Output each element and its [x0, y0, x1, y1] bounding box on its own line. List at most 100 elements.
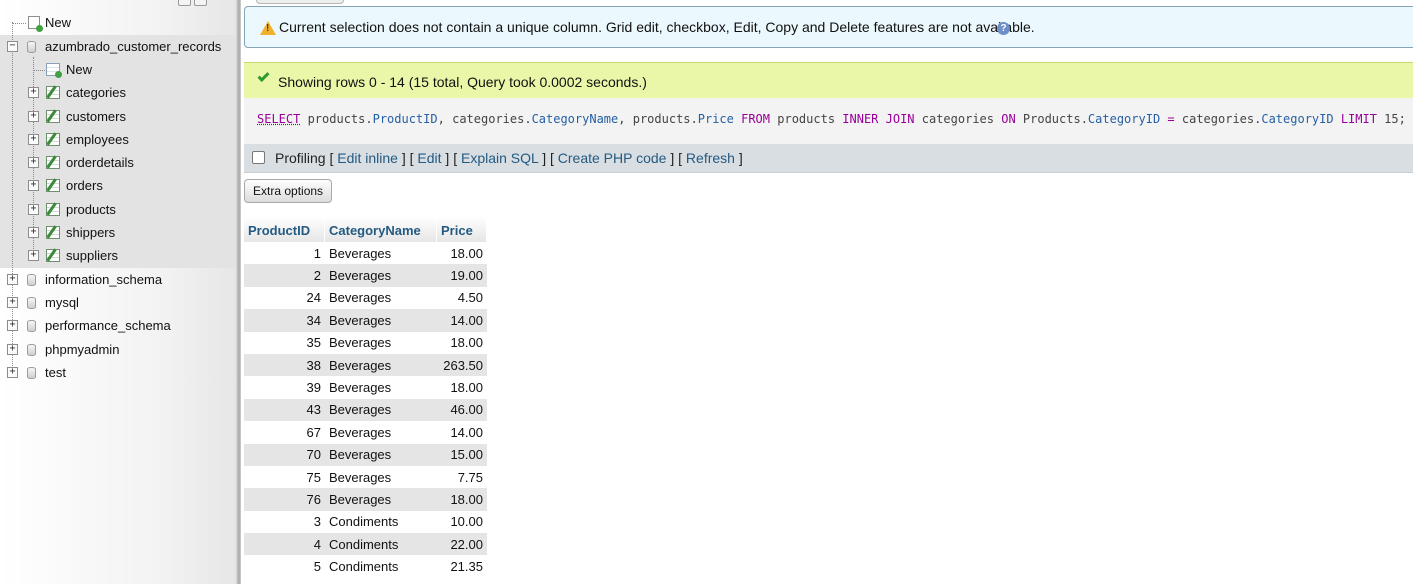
nav-table-suppliers[interactable]: + suppliers: [0, 246, 235, 266]
expand-icon[interactable]: +: [28, 134, 39, 145]
collapse-icon[interactable]: −: [7, 41, 18, 52]
nav-database-mysql[interactable]: + mysql: [0, 293, 235, 313]
nav-table-shippers[interactable]: + shippers: [0, 223, 235, 243]
cell-categoryname: Beverages: [325, 398, 437, 422]
query-links-bar: Profiling [ Edit inline ] [ Edit ] [ Exp…: [244, 144, 1413, 173]
cell-productid: 3: [244, 510, 325, 534]
nav-database-label: azumbrado_customer_records: [45, 39, 222, 54]
sql-token: categories: [914, 112, 1002, 126]
table-row[interactable]: 1 Beverages 18.00: [244, 242, 487, 265]
table-row[interactable]: 24 Beverages 4.50: [244, 286, 487, 310]
nav-table-customers[interactable]: + customers: [0, 107, 235, 127]
refresh-link[interactable]: Refresh: [686, 150, 735, 166]
cell-categoryname: Beverages: [325, 309, 437, 332]
nav-table-employees[interactable]: + employees: [0, 130, 235, 150]
nav-database-phpmyadmin[interactable]: + phpmyadmin: [0, 340, 235, 360]
expand-icon[interactable]: +: [28, 204, 39, 215]
table-row[interactable]: 70 Beverages 15.00: [244, 443, 487, 466]
expand-icon[interactable]: +: [7, 367, 18, 378]
nav-table-orderdetails[interactable]: + orderdetails: [0, 153, 235, 173]
cell-price: 18.00: [437, 376, 487, 399]
cell-categoryname: Beverages: [325, 488, 437, 511]
cell-productid: 67: [244, 421, 325, 444]
expand-icon[interactable]: +: [28, 87, 39, 98]
sql-token: ProductID: [372, 112, 438, 126]
table-row[interactable]: 38 Beverages 263.50: [244, 353, 487, 377]
nav-table-categories[interactable]: + categories: [0, 83, 235, 103]
expand-icon[interactable]: +: [7, 320, 18, 331]
table-row[interactable]: 3 Condiments 10.00: [244, 510, 487, 534]
nav-item-new-table[interactable]: New: [0, 60, 235, 80]
sql-token: categories.: [1174, 112, 1262, 126]
database-icon: [27, 274, 36, 286]
column-header-price[interactable]: Price: [437, 218, 487, 242]
nav-database-information-schema[interactable]: + information_schema: [0, 270, 235, 290]
cell-price: 14.00: [437, 421, 487, 444]
extra-options-button[interactable]: Extra options: [244, 179, 333, 203]
expand-icon[interactable]: +: [28, 250, 39, 261]
table-row[interactable]: 35 Beverages 18.00: [244, 331, 487, 354]
cell-productid: 5: [244, 555, 325, 578]
sql-token: Price: [697, 112, 734, 126]
nav-table-orders[interactable]: + orders: [0, 176, 235, 196]
sql-token: CategoryID: [1261, 112, 1334, 126]
expand-icon[interactable]: +: [7, 344, 18, 355]
table-row[interactable]: 39 Beverages 18.00: [244, 376, 487, 399]
expand-icon[interactable]: +: [7, 297, 18, 308]
table-row[interactable]: 5 Condiments 21.35: [244, 555, 487, 578]
notice-message: Current selection does not contain a uni…: [244, 6, 1413, 48]
nav-table-label: products: [66, 202, 116, 217]
explain-sql-link[interactable]: Explain SQL: [461, 150, 538, 166]
help-icon[interactable]: ?: [997, 22, 1010, 35]
navigation-resizer[interactable]: [236, 0, 241, 584]
create-php-code-link[interactable]: Create PHP code: [558, 150, 667, 166]
table-icon: [46, 156, 60, 169]
cell-price: 22.00: [437, 533, 487, 556]
sql-token: products.: [300, 112, 373, 126]
table-row[interactable]: 75 Beverages 7.75: [244, 465, 487, 489]
edit-link[interactable]: Edit: [417, 150, 441, 166]
nav-table-products[interactable]: + products: [0, 200, 235, 220]
column-header-categoryname[interactable]: CategoryName: [325, 218, 437, 242]
profiling-checkbox[interactable]: [252, 151, 265, 164]
table-icon: [46, 249, 60, 262]
edit-inline-link[interactable]: Edit inline: [337, 150, 398, 166]
collapse-all-icon[interactable]: [178, 0, 191, 6]
expand-icon[interactable]: +: [7, 274, 18, 285]
nav-database-azumbrado[interactable]: − azumbrado_customer_records: [0, 37, 235, 57]
expand-icon[interactable]: +: [28, 157, 39, 168]
table-row[interactable]: 2 Beverages 19.00: [244, 264, 487, 287]
nav-table-label: shippers: [66, 225, 116, 240]
expand-icon[interactable]: +: [28, 227, 39, 238]
sql-query-box[interactable]: SELECT products.ProductID, categories.Ca…: [244, 98, 1413, 144]
table-row[interactable]: 34 Beverages 14.00: [244, 309, 487, 332]
table-row[interactable]: 43 Beverages 46.00: [244, 398, 487, 422]
cell-price: 18.00: [437, 331, 487, 354]
success-message: Showing rows 0 - 14 (15 total, Query too…: [244, 62, 1413, 98]
sql-token: INNER JOIN: [842, 112, 915, 126]
column-header-productid[interactable]: ProductID: [244, 218, 325, 242]
results-table: ProductID CategoryName Price 1 Beverages 1…: [244, 218, 487, 578]
cell-price: 14.00: [437, 309, 487, 332]
expand-icon[interactable]: +: [28, 180, 39, 191]
profiling-label: Profiling: [275, 150, 326, 166]
cell-productid: 43: [244, 398, 325, 422]
table-row[interactable]: 67 Beverages 14.00: [244, 421, 487, 444]
nav-item-label: New: [66, 62, 93, 77]
nav-item-new[interactable]: New: [0, 13, 230, 33]
link-icon[interactable]: [194, 0, 207, 6]
cell-price: 263.50: [437, 353, 487, 377]
table-row[interactable]: 4 Condiments 22.00: [244, 533, 487, 556]
expand-icon[interactable]: +: [28, 111, 39, 122]
nav-database-performance-schema[interactable]: + performance_schema: [0, 316, 235, 336]
table-row[interactable]: 76 Beverages 18.00: [244, 488, 487, 511]
cell-categoryname: Beverages: [325, 286, 437, 310]
nav-table-label: categories: [66, 85, 126, 100]
new-database-icon: [28, 16, 43, 32]
cell-productid: 76: [244, 488, 325, 511]
nav-database-test[interactable]: + test: [0, 363, 235, 383]
navigation-panel: New − azumbrado_customer_records New + c…: [0, 0, 238, 584]
top-button-stub[interactable]: [256, 0, 344, 4]
cell-price: 19.00: [437, 264, 487, 287]
